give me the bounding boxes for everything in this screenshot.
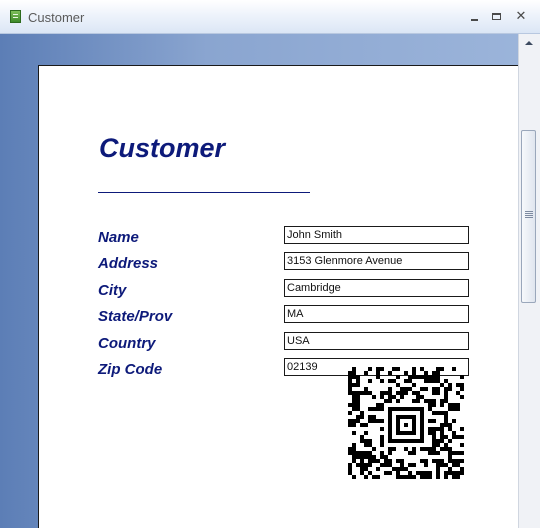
form-icon	[10, 10, 21, 23]
close-icon: ✕	[515, 8, 527, 23]
title-bar[interactable]: Customer ✕	[0, 0, 540, 34]
minimize-icon	[471, 19, 478, 21]
field-label-country: Country	[98, 335, 156, 352]
scrollbar-thumb[interactable]	[521, 130, 536, 303]
customer-window: Customer ✕ Customer Name John Smith Addr…	[0, 0, 540, 528]
field-value-country[interactable]: USA	[284, 332, 469, 350]
2d-barcode-icon	[348, 367, 464, 479]
field-label-zip-code: Zip Code	[98, 361, 163, 378]
scroll-up-arrow-icon[interactable]	[519, 34, 540, 52]
field-label-city: City	[98, 282, 127, 299]
header-divider	[98, 192, 310, 193]
field-label-address: Address	[98, 255, 159, 272]
field-value-city[interactable]: Cambridge	[284, 279, 469, 297]
grip-icon	[525, 211, 533, 212]
minimize-button[interactable]	[468, 9, 482, 23]
close-button[interactable]: ✕	[514, 9, 528, 23]
field-value-address[interactable]: 3153 Glenmore Avenue	[284, 252, 469, 270]
maximize-button[interactable]	[490, 9, 504, 23]
maximize-icon	[492, 13, 501, 20]
field-label-name: Name	[98, 229, 139, 246]
window-title: Customer	[28, 10, 85, 25]
field-label-state-prov: State/Prov	[98, 308, 173, 325]
field-value-name[interactable]: John Smith	[284, 226, 469, 244]
field-value-state-prov[interactable]: MA	[284, 305, 469, 323]
vertical-scrollbar[interactable]	[518, 34, 540, 528]
report-title: Customer	[99, 133, 226, 163]
